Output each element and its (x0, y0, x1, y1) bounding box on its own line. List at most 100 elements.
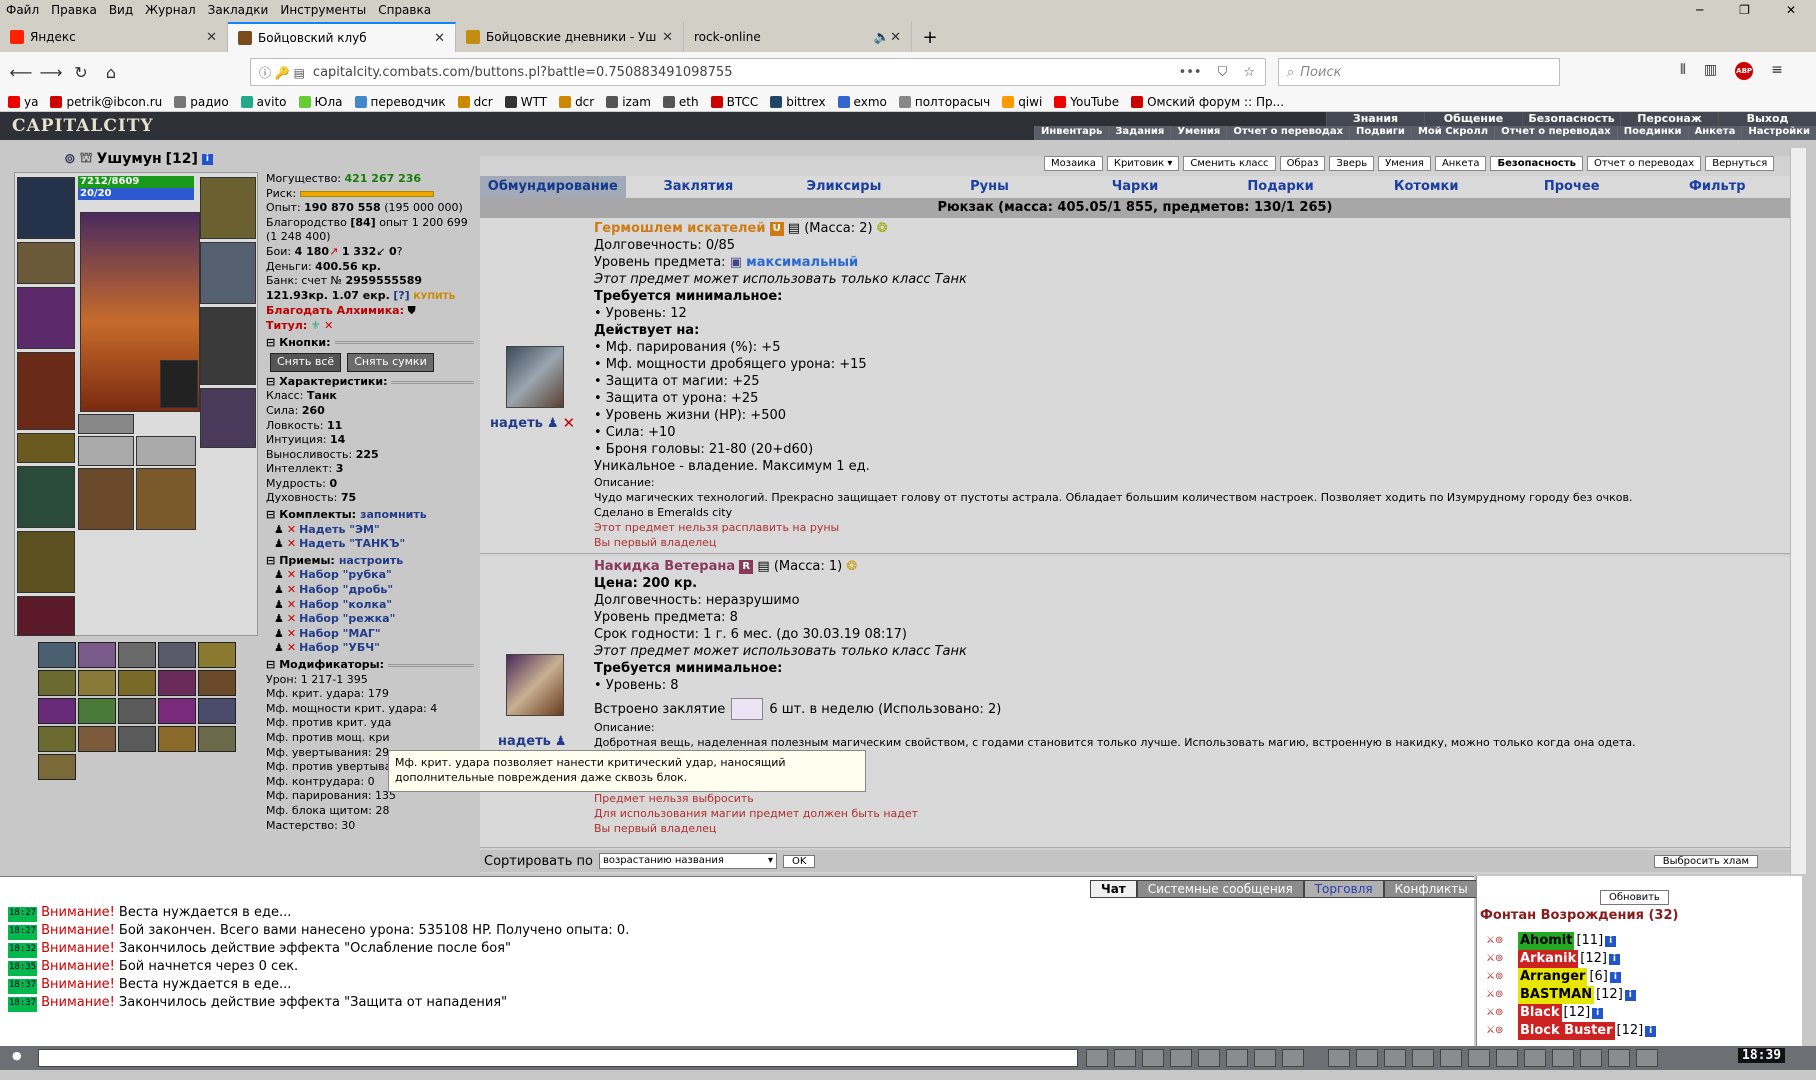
sound-icon[interactable] (1226, 1049, 1248, 1067)
shell-slot-2[interactable] (78, 436, 134, 466)
menu-view[interactable]: Вид (103, 3, 139, 17)
top-menu-item[interactable]: Выход (1718, 112, 1816, 126)
help-link[interactable]: [?] (393, 289, 409, 302)
sub-menu-item[interactable]: Мой Скролл (1410, 126, 1495, 140)
action-icon-11[interactable] (1608, 1049, 1630, 1067)
restore-icon[interactable]: ❐ (1733, 3, 1756, 17)
sub-menu-item[interactable]: Инвентарь (1034, 126, 1109, 140)
bookmark[interactable]: eth (662, 95, 699, 109)
exit-icon[interactable] (1636, 1049, 1658, 1067)
bag-slot-2[interactable] (17, 531, 75, 593)
timestamp[interactable]: 18:27 (8, 925, 38, 940)
info-icon[interactable]: i (201, 153, 213, 165)
sub-menu-item[interactable]: Настройки (1741, 126, 1816, 140)
info-icon[interactable]: i (1608, 953, 1620, 965)
timestamp[interactable]: 18:37 (8, 979, 38, 994)
info-icon[interactable]: i (1605, 935, 1617, 947)
shield-slot[interactable] (200, 242, 256, 304)
category-tab[interactable]: Заклятия (626, 176, 772, 198)
weapon-slot[interactable] (17, 242, 75, 284)
bag-slot-3[interactable] (17, 596, 75, 636)
page-button[interactable]: Анкета (1434, 156, 1487, 171)
collapse-icon[interactable]: ⊟ (266, 375, 275, 390)
translit-icon[interactable] (1198, 1049, 1220, 1067)
menu-history[interactable]: Журнал (139, 3, 202, 17)
set-link[interactable]: Надеть "ЭМ" (299, 523, 380, 538)
sort-select[interactable]: возрастанию названия ▾ (598, 853, 777, 869)
sub-menu-item[interactable]: Задания (1108, 126, 1171, 140)
bookmark[interactable]: avito (240, 95, 287, 109)
eraser-icon[interactable] (1114, 1049, 1136, 1067)
trick-link[interactable]: Набор "МАГ" (299, 627, 381, 642)
copy-icon[interactable]: ▤ (757, 559, 769, 574)
amulet-slot[interactable] (17, 287, 75, 349)
address-bar[interactable]: ⓘ 🔑 ▤ capitalcity.combats.com/buttons.pl… (250, 58, 1266, 86)
remove-bags-button[interactable]: Снять сумки (347, 353, 434, 372)
page-button[interactable]: Отчет о переводах (1586, 156, 1702, 171)
adblock-icon[interactable]: ABP (1735, 62, 1754, 80)
action-icon-9[interactable] (1552, 1049, 1574, 1067)
rune-slot-2[interactable] (136, 468, 196, 530)
ring-slot[interactable] (200, 177, 256, 239)
info-icon[interactable]: ⓘ 🔑 ▤ (259, 64, 305, 81)
tab-yandex[interactable]: Яндекс ✕ (0, 22, 228, 52)
action-icon-10[interactable] (1580, 1049, 1602, 1067)
trick-link[interactable]: Набор "колка" (299, 598, 392, 613)
page-button[interactable]: Критовик ▾ (1106, 156, 1180, 171)
star-icon[interactable]: ☆ (1243, 65, 1255, 80)
page-button[interactable]: Мозаика (1044, 156, 1103, 171)
collapse-icon[interactable]: ⊟ (266, 508, 275, 523)
player-name[interactable]: Block Buster (1518, 1022, 1615, 1040)
trick-link[interactable]: Набор "режка" (299, 612, 395, 627)
page-button[interactable]: Вернуться (1705, 156, 1775, 171)
back-button[interactable]: ⟵ (6, 57, 36, 87)
bookmark[interactable]: bittrex (770, 95, 826, 109)
timestamp[interactable]: 18:37 (8, 997, 38, 1012)
configure-link[interactable]: настроить (339, 554, 403, 569)
collapse-icon[interactable]: ⊟ (266, 336, 275, 351)
category-tab[interactable]: Чарки (1062, 176, 1208, 198)
timestamp[interactable]: 18:35 (8, 961, 38, 976)
delete-icon[interactable]: ✕ (287, 612, 296, 627)
tab-trade[interactable]: Торговля (1303, 880, 1384, 898)
equip-link[interactable]: надеть (490, 416, 543, 431)
info-icon[interactable]: i (1592, 1007, 1604, 1019)
rune-slot-1[interactable] (78, 468, 134, 530)
item-name[interactable]: Гермошлем искателей (594, 221, 765, 236)
bookmark[interactable]: izam (606, 95, 651, 109)
menu-tools[interactable]: Инструменты (274, 3, 372, 17)
bag-slot-1[interactable] (17, 466, 75, 528)
bookmark[interactable]: переводчик (354, 95, 446, 109)
delete-icon[interactable]: ✕ (287, 568, 296, 583)
menu-file[interactable]: Файл (0, 3, 45, 17)
category-tab[interactable]: Фильтр (1645, 176, 1791, 198)
action-icon-8[interactable] (1524, 1049, 1546, 1067)
equip-link[interactable]: надеть (498, 734, 551, 749)
bookmark[interactable]: Омский форум :: Пр... (1131, 95, 1284, 109)
top-menu-item[interactable]: Общение (1424, 112, 1522, 126)
page-button[interactable]: Умения (1378, 156, 1431, 171)
shell-slot-3[interactable] (136, 436, 196, 466)
gloves-slot[interactable] (200, 307, 256, 385)
chat-mode-icon[interactable]: ● (12, 1049, 22, 1062)
bookmark[interactable]: dcr (559, 95, 594, 109)
menu-bookmarks[interactable]: Закладки (202, 3, 275, 17)
sub-menu-item[interactable]: Подвиги (1349, 126, 1411, 140)
reload-button[interactable]: ↻ (66, 57, 96, 87)
delete-icon[interactable]: ✕ (287, 627, 296, 642)
boots-slot[interactable] (200, 388, 256, 448)
bookmark[interactable]: dcr (457, 95, 493, 109)
sub-menu-item[interactable]: Отчет о переводах (1494, 126, 1617, 140)
sub-menu-item[interactable]: Умения (1170, 126, 1227, 140)
action-icon-5[interactable] (1440, 1049, 1462, 1067)
sub-menu-item[interactable]: Анкета (1687, 126, 1742, 140)
filter-icon[interactable] (1142, 1049, 1164, 1067)
info-icon[interactable]: i (1609, 971, 1621, 983)
library-icon[interactable]: ⫴ (1680, 62, 1686, 80)
buy-button[interactable]: КУПИТЬ (413, 292, 455, 302)
trick-link[interactable]: Набор "дробь" (299, 583, 393, 598)
remember-link[interactable]: запомнить (360, 508, 427, 523)
timestamp[interactable]: 18:27 (8, 907, 38, 922)
send-icon[interactable] (1086, 1049, 1108, 1067)
delete-icon[interactable]: ✕ (287, 641, 296, 656)
